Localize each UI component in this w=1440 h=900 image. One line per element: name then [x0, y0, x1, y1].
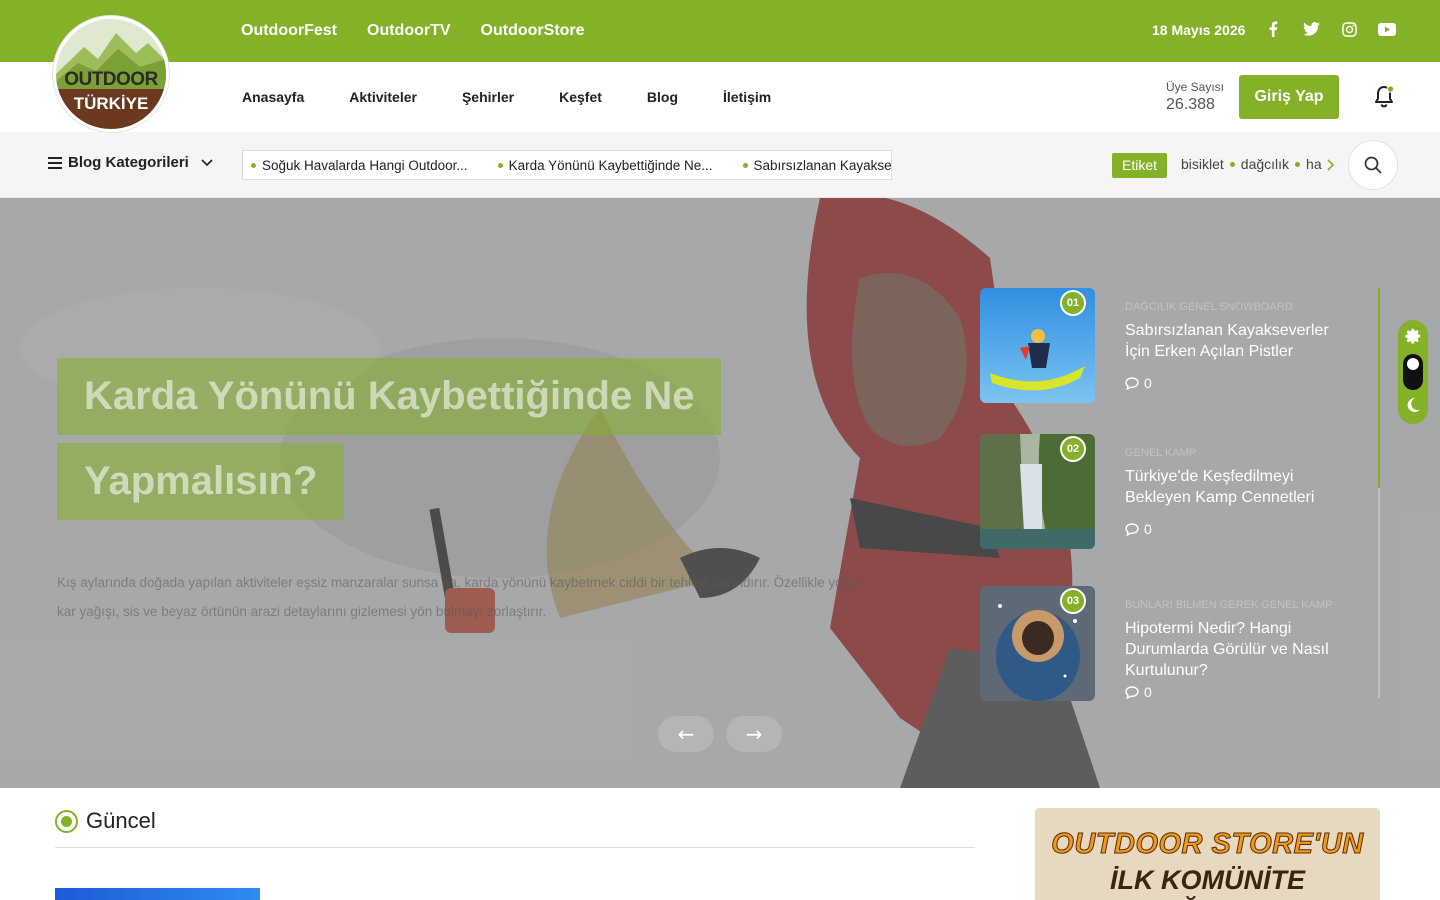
top-link-outdoorfest[interactable]: OutdoorFest [241, 22, 337, 40]
section-bullet-icon [55, 809, 78, 833]
search-icon [1364, 156, 1382, 174]
nav-item-sehirler[interactable]: Şehirler [462, 89, 514, 105]
member-count-label: Üye Sayısı [1166, 80, 1225, 94]
blog-categories-label: Blog Kategorileri [68, 154, 189, 171]
outdoor-store-ad-banner[interactable]: OUTDOOR STORE'UN İLK KOMÜNİTE MAĞAZASI [1035, 808, 1380, 900]
youtube-icon[interactable] [1378, 20, 1396, 38]
member-count: Üye Sayısı 26.388 [1166, 80, 1224, 114]
slider-controls: ← → [658, 716, 782, 752]
theme-toggle[interactable] [1398, 320, 1428, 424]
post-comments[interactable]: 0 [1125, 521, 1152, 537]
ad-headline: OUTDOOR STORE'UN [1051, 828, 1364, 861]
latest-post-thumbnail[interactable] [55, 888, 260, 900]
hero-title-line-2: Yapmalısın? [57, 443, 345, 520]
post-rank-badge: 03 [1060, 588, 1086, 614]
logo-text-outdoor: OUTDOOR [64, 69, 158, 90]
login-button[interactable]: Giriş Yap [1239, 75, 1339, 119]
facebook-icon[interactable] [1264, 20, 1282, 38]
nav-item-kesfet[interactable]: Keşfet [559, 89, 602, 105]
slider-next-button[interactable]: → [726, 716, 782, 752]
logo-text-turkiye: TÜRKİYE [73, 94, 149, 113]
tag-link[interactable]: bisiklet [1181, 156, 1224, 172]
sub-bar: Blog Kategorileri Soğuk Havalarda Hangi … [0, 132, 1440, 198]
current-date: 18 Mayıs 2026 [1152, 22, 1246, 38]
post-categories: BUNLARI BİLMEN GEREK GENEL KAMP [1125, 599, 1333, 611]
gear-icon[interactable] [1404, 327, 1422, 345]
featured-scrollbar[interactable] [1378, 288, 1380, 698]
main-nav: Anasayfa Aktiviteler Şehirler Keşfet Blo… [0, 62, 1440, 132]
slider-prev-button[interactable]: ← [658, 716, 714, 752]
comment-icon [1125, 522, 1139, 536]
nav-item-iletisim[interactable]: İletişim [723, 89, 771, 105]
tag-list: bisiklet dağcılık ha [1181, 156, 1336, 172]
tag-link[interactable]: ha [1306, 156, 1322, 172]
nav-item-anasayfa[interactable]: Anasayfa [242, 89, 304, 105]
instagram-icon[interactable] [1340, 20, 1358, 38]
post-title[interactable]: Türkiye'de Keşfedilmeyi Bekleyen Kamp Ce… [1125, 466, 1340, 508]
post-categories: GENEL KAMP [1125, 447, 1197, 459]
top-link-outdoorstore[interactable]: OutdoorStore [481, 22, 585, 40]
twitter-icon[interactable] [1302, 20, 1320, 38]
dark-mode-switch[interactable] [1403, 354, 1423, 390]
post-categories: DAĞCILIK GENEL SNOWBOARD [1125, 301, 1293, 313]
top-link-outdoortv[interactable]: OutdoorTV [367, 22, 451, 40]
post-rank-badge: 01 [1060, 290, 1086, 316]
post-comments[interactable]: 0 [1125, 375, 1152, 391]
chevron-right-icon[interactable] [1327, 159, 1335, 171]
post-comments[interactable]: 0 [1125, 684, 1152, 700]
ticker-item[interactable]: Sabırsızlanan Kayakse [742, 158, 891, 173]
site-logo[interactable]: OUTDOOR TÜRKİYE [53, 16, 169, 132]
blog-categories-dropdown[interactable]: Blog Kategorileri [48, 154, 213, 171]
ticker-item[interactable]: Karda Yönünü Kaybettiğinde Ne... [497, 158, 713, 173]
nav-item-blog[interactable]: Blog [647, 89, 678, 105]
section-title: Güncel [86, 808, 156, 833]
ad-subheadline: İLK KOMÜNİTE MAĞAZASI [1110, 865, 1305, 900]
nav-menu: Anasayfa Aktiviteler Şehirler Keşfet Blo… [242, 62, 771, 132]
post-title[interactable]: Sabırsızlanan Kayakseverler İçin Erken A… [1125, 320, 1340, 362]
hero-title[interactable]: Karda Yönünü Kaybettiğinde Ne Yapmalısın… [57, 358, 757, 528]
section-divider [55, 847, 975, 848]
post-rank-badge: 02 [1060, 436, 1086, 462]
moon-icon[interactable] [1405, 397, 1421, 413]
top-bar: OutdoorFest OutdoorTV OutdoorStore 18 Ma… [0, 0, 1440, 62]
news-ticker: Soğuk Havalarda Hangi Outdoor... Karda Y… [242, 150, 892, 180]
notification-bell-icon[interactable] [1372, 84, 1396, 110]
search-button[interactable] [1348, 140, 1398, 190]
hero-slider: Karda Yönünü Kaybettiğinde Ne Yapmalısın… [0, 198, 1440, 788]
member-count-value: 26.388 [1166, 96, 1215, 113]
scrollbar-thumb[interactable] [1378, 288, 1380, 488]
social-links [1264, 20, 1396, 38]
hero-excerpt: Kış aylarında doğada yapılan aktiviteler… [57, 575, 866, 619]
hero-title-line-1: Karda Yönünü Kaybettiğinde Ne [57, 358, 722, 435]
tag-link[interactable]: dağcılık [1241, 156, 1289, 172]
post-title[interactable]: Hipotermi Nedir? Hangi Durumlarda Görülü… [1125, 618, 1340, 681]
tag-label: Etiket [1112, 153, 1168, 178]
chevron-down-icon [201, 158, 213, 166]
hamburger-icon [48, 156, 62, 169]
section-header-guncel: Güncel [55, 808, 156, 834]
top-links: OutdoorFest OutdoorTV OutdoorStore [241, 0, 585, 62]
ticker-item[interactable]: Soğuk Havalarda Hangi Outdoor... [251, 158, 468, 173]
comment-icon [1125, 376, 1139, 390]
nav-item-aktiviteler[interactable]: Aktiviteler [349, 89, 417, 105]
comment-icon [1125, 685, 1139, 699]
